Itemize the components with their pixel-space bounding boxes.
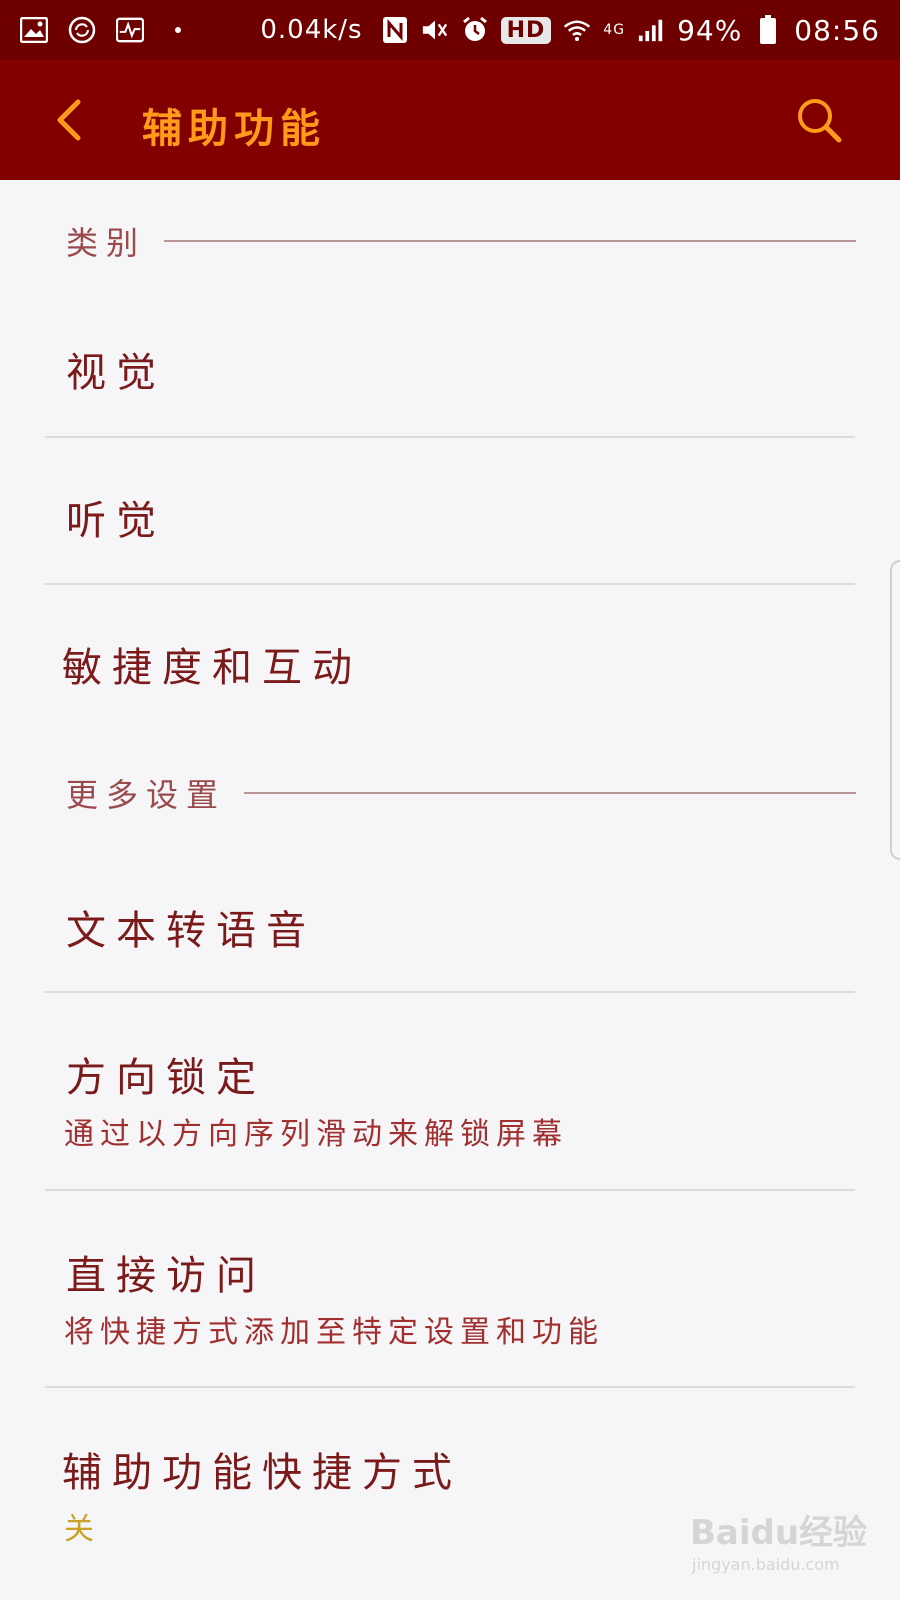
watermark-url: jingyan.baidu.com: [692, 1555, 840, 1574]
clock: 08:56: [794, 13, 880, 47]
list-item-title: 敏捷度和互动: [62, 645, 362, 691]
list-item-title: 文本转语音: [66, 908, 316, 954]
wifi-icon: [563, 16, 591, 44]
list-item-direction-lock[interactable]: 方向锁定 通过以方向序列滑动来解锁屏幕: [0, 993, 900, 1189]
dot-icon: [164, 16, 192, 44]
battery-icon: [754, 15, 782, 44]
chevron-left-icon: [57, 99, 81, 141]
nfc-icon: [381, 16, 409, 44]
sync-icon: [68, 16, 96, 44]
vibrate-mute-icon: [421, 16, 449, 44]
net-speed: 0.04k/s: [260, 15, 363, 45]
search-button[interactable]: [795, 96, 843, 144]
section-divider: [164, 240, 856, 242]
list-item-title: 听觉: [66, 498, 166, 544]
signal-icon: [637, 16, 665, 44]
list-item-status: 关: [64, 1512, 100, 1547]
list-item-title: 直接访问: [66, 1253, 266, 1299]
list-item-vision[interactable]: 视觉: [0, 290, 900, 438]
list-item-dexterity[interactable]: 敏捷度和互动: [0, 585, 900, 730]
section-title: 更多设置: [66, 776, 227, 814]
hd-badge: HD: [500, 16, 552, 44]
alarm-icon: [461, 16, 489, 44]
list-item-direct-access[interactable]: 直接访问 将快捷方式添加至特定设置和功能: [0, 1191, 900, 1387]
list-item-hearing[interactable]: 听觉: [0, 438, 900, 584]
scrollbar[interactable]: [890, 560, 900, 860]
section-title: 类别: [66, 224, 147, 262]
app-bar: 辅助功能: [0, 60, 900, 180]
list-item-title: 视觉: [66, 350, 166, 396]
back-button[interactable]: [50, 96, 90, 144]
settings-list: 类别 视觉 听觉 敏捷度和互动 更多设置 文本转语音 方向锁定 通过以方向序列滑…: [0, 180, 900, 1600]
list-item-title: 方向锁定: [66, 1055, 266, 1101]
section-category: 类别: [66, 218, 856, 264]
page-title: 辅助功能: [142, 106, 326, 152]
activity-icon: [116, 16, 144, 44]
list-item-text-to-speech[interactable]: 文本转语音: [0, 840, 900, 990]
battery-percent: 94%: [677, 13, 743, 47]
list-item-subtitle: 将快捷方式添加至特定设置和功能: [64, 1315, 604, 1350]
section-more-settings: 更多设置: [66, 770, 856, 816]
network-type: 4G: [603, 23, 625, 37]
watermark-logo: Baidu经验: [690, 1513, 868, 1553]
search-icon: [798, 99, 842, 143]
image-icon: [20, 16, 48, 44]
network-type-label: 4G: [603, 22, 626, 38]
list-item-subtitle: 通过以方向序列滑动来解锁屏幕: [64, 1117, 568, 1152]
list-item-title: 辅助功能快捷方式: [62, 1450, 462, 1496]
section-divider: [244, 792, 856, 794]
status-bar: 0.04k/s HD 4G 94% 08:56: [0, 0, 900, 60]
